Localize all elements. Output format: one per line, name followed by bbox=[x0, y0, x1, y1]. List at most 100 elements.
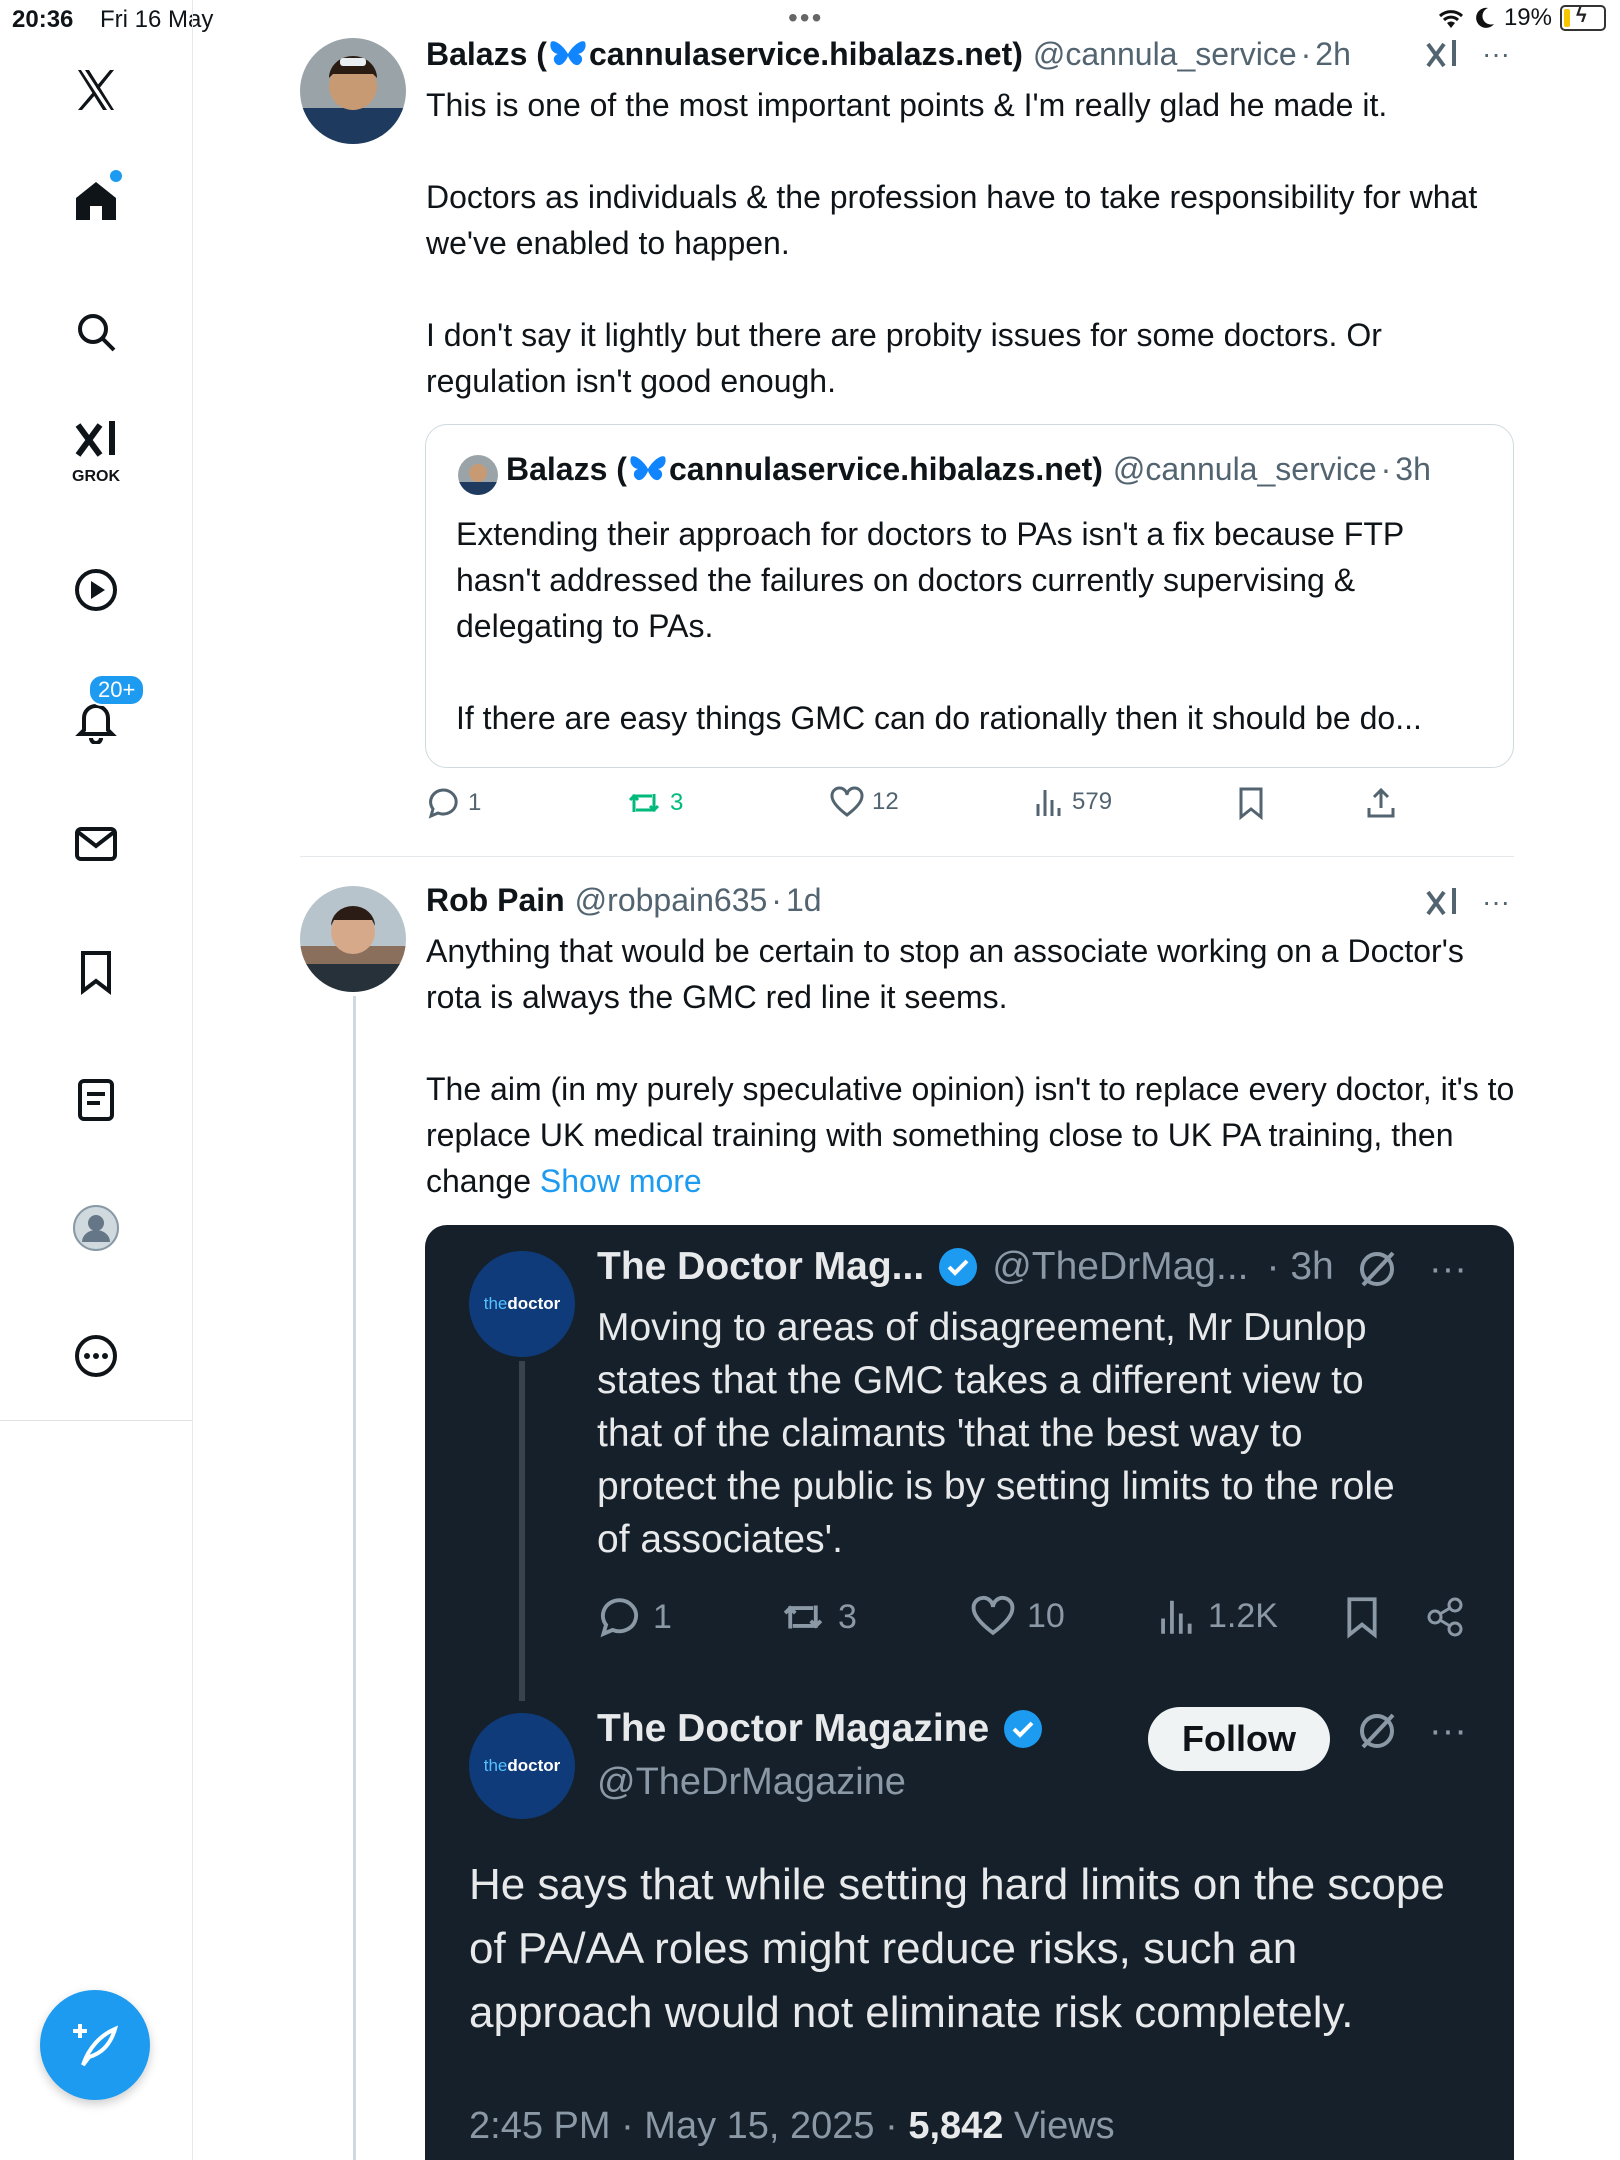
logo-text-b: doctor bbox=[507, 1756, 561, 1775]
repost-icon bbox=[783, 1605, 823, 1629]
grok-icon[interactable] bbox=[1424, 884, 1460, 920]
multitasking-dots-icon[interactable]: ••• bbox=[788, 2, 823, 34]
play-icon bbox=[75, 569, 117, 611]
media-post1-name: The Doctor Mag... bbox=[597, 1245, 925, 1288]
nav-profile[interactable] bbox=[56, 1188, 136, 1268]
media-post1-handle: @TheDrMag... bbox=[992, 1245, 1249, 1288]
media-post1-header: The Doctor Mag... @TheDrMag... · 3h bbox=[597, 1245, 1334, 1289]
moon-icon bbox=[1476, 7, 1494, 28]
quote-timestamp: 3h bbox=[1395, 451, 1431, 487]
nav-notifications[interactable]: 20+ bbox=[56, 674, 146, 760]
sidebar: GROK 20+ bbox=[0, 0, 193, 2160]
quote-author-name: Balazs ( bbox=[506, 451, 627, 487]
heart-icon bbox=[830, 786, 864, 817]
grok-slash-icon bbox=[1360, 1713, 1395, 1749]
like-button[interactable]: 12 bbox=[830, 786, 899, 818]
media-post2-views-label: Views bbox=[1003, 2105, 1115, 2147]
home-icon bbox=[76, 182, 116, 220]
tweet-media-image[interactable]: the doctor The Doctor Mag... @TheDrMag...… bbox=[425, 1225, 1514, 2160]
author-name[interactable]: Balazs ( bbox=[426, 36, 547, 73]
media-post1-actions: ··· bbox=[1355, 1247, 1467, 1291]
repost-button[interactable]: 3 bbox=[626, 786, 683, 820]
views-chart-icon bbox=[1036, 790, 1061, 816]
media-reply: 1 bbox=[597, 1595, 672, 1639]
nav-bookmarks[interactable] bbox=[56, 932, 136, 1012]
media-post2-name: The Doctor Magazine bbox=[597, 1707, 990, 1750]
author-name-domain[interactable]: cannulaservice.hibalazs.net) bbox=[589, 36, 1023, 73]
search-icon bbox=[78, 314, 116, 352]
nav-video[interactable] bbox=[56, 550, 136, 630]
share-nodes-icon bbox=[1427, 1597, 1463, 1637]
thread-line bbox=[353, 996, 356, 2160]
more-circle-icon bbox=[75, 1335, 117, 1377]
reply-button[interactable]: 1 bbox=[426, 786, 481, 820]
grok-icon bbox=[75, 421, 115, 457]
media-post1-time: · 3h bbox=[1266, 1245, 1334, 1288]
more-options-icon: ··· bbox=[1429, 1709, 1467, 1752]
nav-more[interactable] bbox=[56, 1316, 136, 1396]
repost-count: 3 bbox=[670, 789, 684, 816]
reply-icon bbox=[428, 788, 458, 819]
verified-badge-icon bbox=[1004, 1710, 1043, 1748]
author-name[interactable]: Rob Pain bbox=[426, 882, 565, 919]
bookmark-button[interactable] bbox=[1236, 786, 1266, 820]
status-right: 19% ϟ bbox=[1436, 4, 1606, 32]
nav-grok[interactable]: GROK bbox=[56, 410, 136, 490]
separator: · bbox=[1300, 36, 1312, 72]
media-views: 1.2K bbox=[1158, 1595, 1278, 1637]
media-post1-text: Moving to areas of disagreement, Mr Dunl… bbox=[597, 1306, 1395, 1561]
avatar[interactable] bbox=[300, 38, 406, 144]
notifications-badge: 20+ bbox=[88, 674, 146, 706]
avatar[interactable] bbox=[300, 886, 406, 992]
mail-icon bbox=[75, 827, 117, 861]
bookmark-icon bbox=[81, 951, 111, 996]
grok-icon[interactable] bbox=[1424, 36, 1460, 72]
views-button[interactable]: 579 bbox=[1034, 786, 1112, 818]
tweet-header-actions: ··· bbox=[1424, 884, 1510, 920]
nav-home[interactable] bbox=[56, 160, 136, 240]
battery-level bbox=[1564, 9, 1571, 27]
thedoctor-logo: the doctor bbox=[469, 1713, 575, 1819]
follow-button: Follow bbox=[1148, 1707, 1330, 1771]
wifi-icon bbox=[1438, 10, 1463, 28]
x-logo-icon[interactable] bbox=[56, 50, 136, 130]
media-repost-count: 3 bbox=[838, 1597, 857, 1636]
media-share bbox=[1423, 1595, 1467, 1639]
quote-header: Balazs ( cannulaservice.hibalazs.net) @c… bbox=[506, 451, 1431, 488]
logo-text-b: doctor bbox=[507, 1294, 561, 1313]
list-icon bbox=[78, 1079, 114, 1121]
author-handle[interactable]: @cannula_service bbox=[1033, 36, 1297, 73]
bookmark-icon bbox=[1347, 1597, 1377, 1639]
author-handle[interactable]: @robpain635 bbox=[575, 882, 768, 919]
media-views-count: 1.2K bbox=[1208, 1596, 1278, 1635]
nav-search[interactable] bbox=[56, 292, 136, 372]
logo-text-a: the bbox=[483, 1756, 508, 1775]
compose-button[interactable] bbox=[40, 1990, 150, 2100]
media-thread-line bbox=[519, 1361, 525, 1701]
repost-icon bbox=[628, 793, 660, 813]
views-chart-icon bbox=[1161, 1600, 1192, 1634]
quote-avatar bbox=[458, 455, 498, 495]
like-count: 12 bbox=[872, 788, 899, 815]
media-post2-header: The Doctor Magazine bbox=[597, 1707, 1045, 1751]
quoted-tweet[interactable]: Balazs ( cannulaservice.hibalazs.net) @c… bbox=[425, 424, 1514, 768]
media-post2-views-count: 5,842 bbox=[908, 2105, 1004, 2147]
status-bar: 20:36 Fri 16 May ••• 19% ϟ bbox=[0, 0, 1620, 40]
more-options-icon[interactable]: ··· bbox=[1482, 886, 1510, 918]
more-options-icon[interactable]: ··· bbox=[1482, 38, 1510, 70]
show-more-link[interactable]: Show more bbox=[540, 1163, 702, 1199]
timestamp[interactable]: 2h bbox=[1315, 36, 1351, 73]
thedoctor-logo: the doctor bbox=[469, 1251, 575, 1357]
timestamp[interactable]: 1d bbox=[786, 882, 822, 919]
nav-lists[interactable] bbox=[56, 1060, 136, 1140]
share-button[interactable] bbox=[1364, 786, 1398, 820]
battery-percent: 19% bbox=[1503, 4, 1552, 31]
verified-badge-icon bbox=[939, 1248, 978, 1286]
tweet-text-body: Anything that would be certain to stop a… bbox=[426, 933, 1515, 1199]
media-post2-timestamp: 2:45 PM · May 15, 2025 · bbox=[469, 2105, 909, 2147]
profile-avatar-icon bbox=[73, 1205, 119, 1251]
nav-messages[interactable] bbox=[56, 804, 136, 884]
tweet-header: Balazs ( cannulaservice.hibalazs.net) @c… bbox=[426, 36, 1351, 73]
quote-author-handle: @cannula_service bbox=[1112, 451, 1377, 487]
media-like-count: 10 bbox=[1027, 1596, 1065, 1635]
